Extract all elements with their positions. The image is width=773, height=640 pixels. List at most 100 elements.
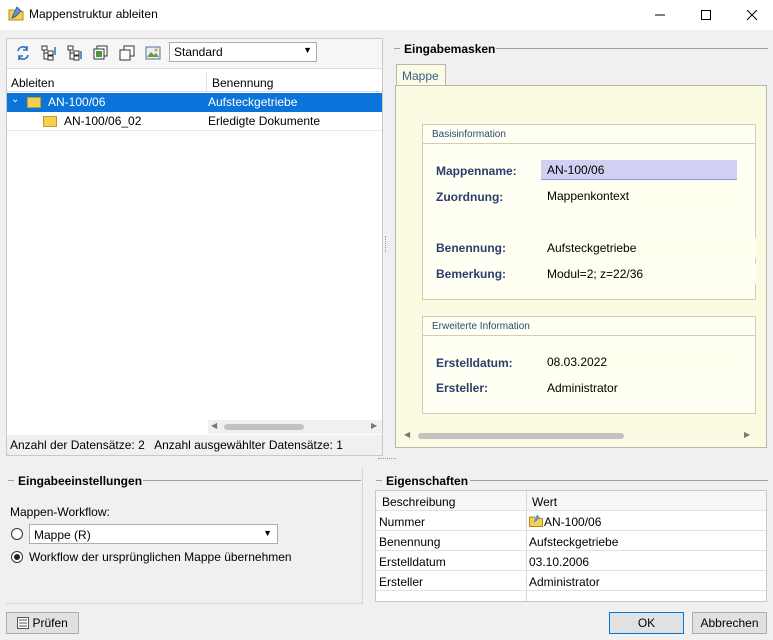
mappenname-label: Mappenname: [436, 164, 517, 178]
scroll-left-icon[interactable]: ◀ [404, 430, 410, 439]
title-bar: Mappenstruktur ableiten [0, 0, 773, 30]
cancel-button[interactable]: Abbrechen [692, 612, 767, 634]
properties-header: Beschreibung Wert [376, 491, 766, 511]
property-value: Administrator [529, 575, 600, 589]
folder-app-icon [8, 6, 24, 21]
workflow-original-label[interactable]: Workflow der ursprünglichen Mappe überne… [29, 550, 292, 564]
check-button[interactable]: Prüfen [6, 612, 79, 634]
close-button[interactable] [729, 0, 773, 30]
zuordnung-field[interactable]: Mappenkontext [541, 186, 737, 208]
tree-row-name: Aufsteckgetriebe [208, 95, 298, 109]
group-line [394, 48, 400, 49]
column-divider[interactable] [526, 491, 527, 601]
window-title: Mappenstruktur ableiten [29, 7, 158, 21]
close-icon [747, 10, 757, 20]
tree-row[interactable]: ⌄ AN-100/06 Aufsteckgetriebe [7, 93, 382, 112]
table-row[interactable]: Erstelldatum 03.10.2006 [376, 551, 766, 571]
minimize-icon [655, 14, 665, 16]
section-header: Basisinformation [422, 124, 756, 144]
maximize-icon [701, 10, 711, 20]
scroll-right-icon[interactable]: ▶ [744, 430, 750, 439]
input-settings-title: Eingabeeinstellungen [18, 474, 143, 488]
folder-icon [529, 514, 543, 527]
extended-section-title: Erweiterte Information [432, 321, 530, 332]
benennung-field[interactable]: Aufsteckgetriebe [541, 238, 756, 258]
tree-horizontal-scrollbar[interactable]: ◀ ▶ [208, 420, 382, 434]
copy-icon[interactable] [93, 45, 109, 61]
tree-row-id: AN-100/06_02 [64, 114, 142, 128]
group-line [470, 480, 768, 481]
scrollbar-thumb[interactable] [224, 424, 304, 430]
sync-icon[interactable] [15, 45, 31, 61]
bemerkung-label: Bemerkung: [436, 267, 507, 281]
chevron-down-icon: ▼ [263, 528, 272, 538]
workflow-custom-radio[interactable] [11, 528, 23, 540]
basis-section-title: Basisinformation [432, 129, 506, 140]
column-header-ableiten[interactable]: Ableiten [11, 76, 54, 90]
tree-header: Ableiten Benennung [7, 72, 382, 92]
workflow-label: Mappen-Workflow: [10, 505, 110, 519]
workflow-original-radio[interactable] [11, 551, 23, 563]
tree-panel: Standard ▼ Ableiten Benennung ⌄ AN-100/0… [6, 38, 383, 456]
property-value: 03.10.2006 [529, 555, 590, 569]
properties-title: Eigenschaften [386, 474, 469, 488]
zuordnung-label: Zuordnung: [436, 190, 504, 204]
ok-button[interactable]: OK [609, 612, 684, 634]
tree-row-name: Erledigte Dokumente [208, 114, 321, 128]
mappenname-field[interactable]: AN-100/06 [541, 160, 737, 180]
scroll-right-icon[interactable]: ▶ [371, 421, 377, 430]
scroll-left-icon[interactable]: ◀ [211, 421, 217, 430]
column-header-wert[interactable]: Wert [532, 495, 557, 509]
properties-table: Beschreibung Wert Nummer AN-100/06 Benen… [375, 490, 767, 602]
folder-icon [43, 116, 57, 127]
workflow-select[interactable]: Mappe (R) ▼ [29, 524, 278, 544]
table-row[interactable]: Nummer AN-100/06 [376, 511, 766, 531]
property-key: Benennung [379, 535, 441, 549]
ersteller-field[interactable]: Administrator [541, 378, 737, 398]
view-select-value: Standard [174, 45, 223, 59]
tree-row[interactable]: AN-100/06_02 Erledigte Dokumente [7, 112, 382, 131]
erstelldatum-label: Erstelldatum: [436, 356, 513, 370]
erstelldatum-field[interactable]: 08.03.2022 [541, 352, 737, 372]
ersteller-label: Ersteller: [436, 381, 489, 395]
column-header-benennung[interactable]: Benennung [212, 76, 273, 90]
section-header: Erweiterte Information [422, 316, 756, 336]
image-icon[interactable] [145, 45, 161, 61]
masks-group-title: Eingabemasken [404, 42, 496, 56]
property-value: AN-100/06 [544, 515, 602, 529]
check-list-icon [17, 617, 30, 629]
horizontal-splitter[interactable] [378, 458, 396, 461]
property-key: Erstelldatum [379, 555, 446, 569]
table-row[interactable]: Benennung Aufsteckgetriebe [376, 531, 766, 551]
folder-icon [27, 97, 41, 108]
duplicate-icon[interactable] [119, 45, 135, 61]
bemerkung-field[interactable]: Modul=2; z=22/36 [541, 264, 756, 284]
benennung-label: Benennung: [436, 241, 506, 255]
chevron-down-icon[interactable]: ⌄ [11, 94, 19, 105]
property-key: Ersteller [379, 575, 424, 589]
vertical-splitter[interactable] [385, 236, 388, 252]
collapse-tree-icon[interactable] [67, 45, 83, 61]
minimize-button[interactable] [637, 0, 683, 30]
maximize-button[interactable] [683, 0, 729, 30]
group-line [376, 480, 382, 481]
column-divider[interactable] [206, 72, 207, 92]
chevron-down-icon: ▼ [303, 45, 312, 55]
group-line [8, 480, 14, 481]
tree-row-id: AN-100/06 [48, 95, 106, 109]
expand-tree-icon[interactable] [41, 45, 57, 61]
table-row[interactable]: Ersteller Administrator [376, 571, 766, 591]
tree-status: Anzahl der Datensätze: 2 Anzahl ausgewäh… [7, 435, 382, 455]
view-select[interactable]: Standard ▼ [169, 42, 317, 62]
scrollbar-thumb[interactable] [418, 433, 624, 439]
property-value: Aufsteckgetriebe [529, 535, 619, 549]
tab-mappe[interactable]: Mappe [396, 64, 446, 86]
group-line [143, 480, 361, 481]
group-line [496, 48, 768, 49]
mask-horizontal-scrollbar[interactable]: ◀ ▶ [404, 430, 756, 442]
property-key: Nummer [379, 515, 426, 529]
tree-toolbar: Standard ▼ [7, 39, 382, 69]
column-header-beschreibung[interactable]: Beschreibung [382, 495, 455, 509]
check-button-label: Prüfen [32, 616, 68, 630]
workflow-select-value: Mappe (R) [34, 528, 91, 542]
